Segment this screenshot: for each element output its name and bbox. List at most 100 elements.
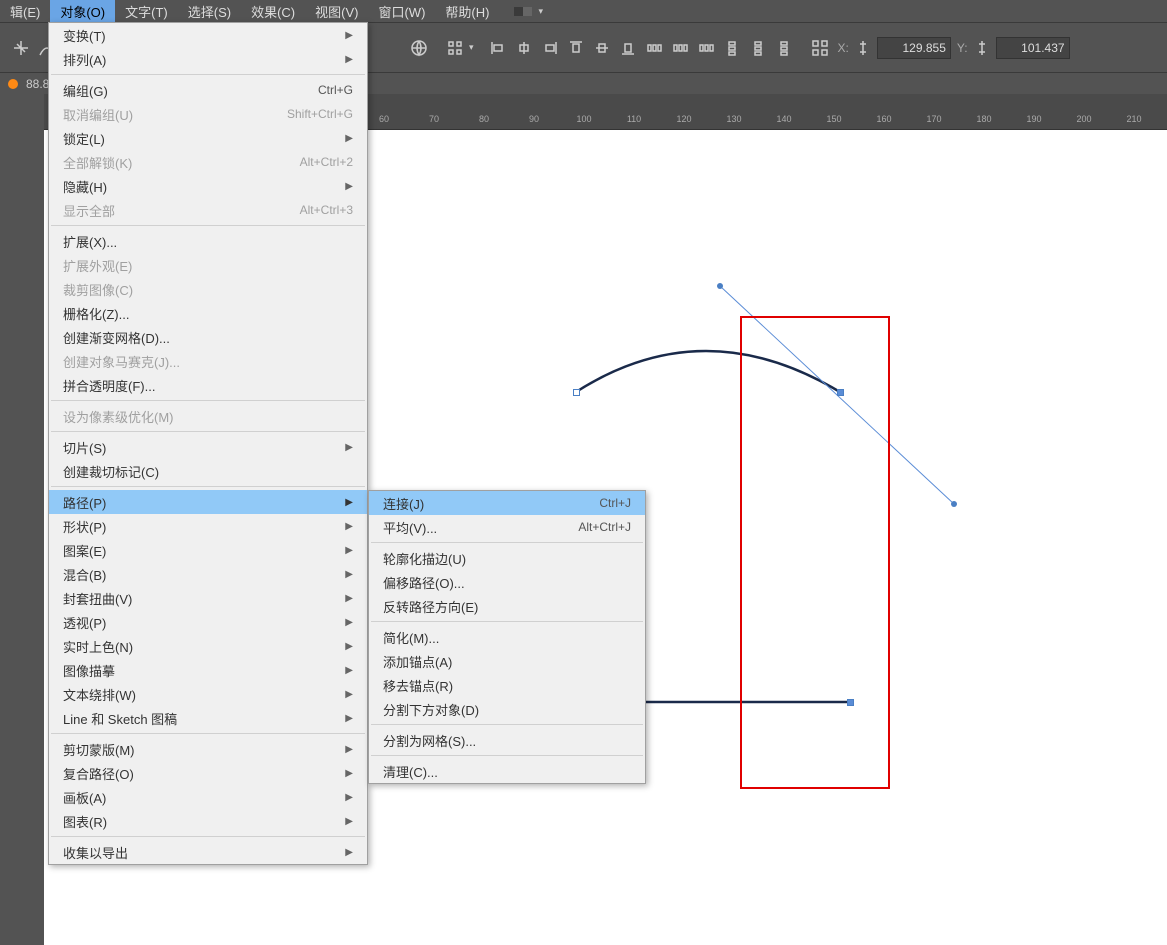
anchor-handle[interactable] [847,699,854,706]
menu-item-label: 文本绕排(W) [63,685,136,704]
align-left-icon[interactable] [486,36,510,60]
menu-item[interactable]: 图表(R)▶ [49,809,367,833]
submenu-arrow-icon: ▶ [345,442,353,453]
y-input[interactable] [996,37,1070,59]
menu-separator [371,621,643,622]
ruler-tick: 60 [379,114,389,124]
menu-item[interactable]: Line 和 Sketch 图稿▶ [49,706,367,730]
menu-item[interactable]: 变换(T) ▶ [49,23,367,47]
menu-item[interactable]: 拼合透明度(F)... [49,373,367,397]
link-xy-icon[interactable] [851,36,875,60]
menu-item[interactable]: 混合(B)▶ [49,562,367,586]
menu-item-label: 透视(P) [63,613,106,632]
align-top-icon[interactable] [564,36,588,60]
menu-item-label: 添加锚点(A) [383,652,452,671]
ruler-tick: 150 [826,114,841,124]
menu-item[interactable]: 平均(V)...Alt+Ctrl+J [369,515,645,539]
menu-item-label: 连接(J) [383,494,424,513]
menu-item[interactable]: 实时上色(N)▶ [49,634,367,658]
submenu-arrow-icon: ▶ [345,847,353,858]
menubar-extras: ▾ [514,6,543,17]
menu-item[interactable]: 扩展(X)... [49,229,367,253]
distribute-v-icon[interactable] [720,36,744,60]
menu-item[interactable]: 图案(E)▶ [49,538,367,562]
menubar-item[interactable]: 辑(E) [0,0,50,22]
anchor-handle[interactable] [837,389,844,396]
align-bottom-icon[interactable] [616,36,640,60]
menu-item[interactable]: 文本绕排(W)▶ [49,682,367,706]
align-grid-icon[interactable] [443,36,467,60]
menu-item-label: 创建渐变网格(D)... [63,328,170,347]
menu-item[interactable]: 收集以导出 ▶ [49,840,367,864]
align-vcenter-icon[interactable] [590,36,614,60]
submenu-arrow-icon: ▶ [345,665,353,676]
menubar-item[interactable]: 文字(T) [115,0,178,22]
menubar-item[interactable]: 选择(S) [178,0,241,22]
distribute-v2-icon[interactable] [746,36,770,60]
transform-icon[interactable] [808,36,832,60]
menu-item-label: 变换(T) [63,26,106,45]
direction-handle[interactable] [951,501,957,507]
globe-icon[interactable] [407,36,431,60]
menu-item[interactable]: 简化(M)... [369,625,645,649]
menu-item[interactable]: 分割下方对象(D) [369,697,645,721]
menu-item[interactable]: 透视(P)▶ [49,610,367,634]
menu-item-label: 全部解锁(K) [63,153,132,172]
menu-item-label: 图案(E) [63,541,106,560]
menu-shortcut: Shift+Ctrl+G [287,107,353,121]
menu-item-label: 拼合透明度(F)... [63,376,155,395]
workspace-color-icon[interactable] [514,7,532,16]
distribute-h3-icon[interactable] [694,36,718,60]
anchor-icon[interactable] [9,36,33,60]
menu-item[interactable]: 轮廓化描边(U) [369,546,645,570]
menubar-item[interactable]: 帮助(H) [435,0,499,22]
menubar-item[interactable]: 窗口(W) [368,0,435,22]
menu-item[interactable]: 锁定(L)▶ [49,126,367,150]
menu-item[interactable]: 创建渐变网格(D)... [49,325,367,349]
distribute-h-icon[interactable] [642,36,666,60]
menu-item[interactable]: 画板(A)▶ [49,785,367,809]
chevron-down-icon[interactable]: ▾ [538,6,543,17]
submenu-arrow-icon: ▶ [345,816,353,827]
menu-item[interactable]: 反转路径方向(E) [369,594,645,618]
menu-item[interactable]: 剪切蒙版(M)▶ [49,737,367,761]
menu-item[interactable]: 偏移路径(O)... [369,570,645,594]
menu-item[interactable]: 封套扭曲(V)▶ [49,586,367,610]
menu-item[interactable]: 切片(S) ▶ [49,435,367,459]
menu-item-label: 收集以导出 [63,843,128,862]
menu-item[interactable]: 隐藏(H)▶ [49,174,367,198]
menu-item[interactable]: 路径(P)▶ [49,490,367,514]
menu-item[interactable]: 清理(C)... [369,759,645,783]
menu-item[interactable]: 复合路径(O)▶ [49,761,367,785]
menu-item[interactable]: 栅格化(Z)... [49,301,367,325]
menu-item[interactable]: 连接(J)Ctrl+J [369,491,645,515]
distribute-h2-icon[interactable] [668,36,692,60]
ruler-tick: 180 [976,114,991,124]
direction-handle[interactable] [717,283,723,289]
menu-item[interactable]: 编组(G)Ctrl+G [49,78,367,102]
chevron-down-icon[interactable]: ▾ [469,42,474,53]
align-hcenter-icon[interactable] [512,36,536,60]
align-right-icon[interactable] [538,36,562,60]
link-xy-icon[interactable] [970,36,994,60]
menubar-item[interactable]: 对象(O) [50,0,115,22]
submenu-arrow-icon: ▶ [345,30,353,41]
menu-item[interactable]: 形状(P)▶ [49,514,367,538]
anchor-handle[interactable] [573,389,580,396]
menu-item-label: 混合(B) [63,565,106,584]
menu-item[interactable]: 分割为网格(S)... [369,728,645,752]
menu-item[interactable]: 添加锚点(A) [369,649,645,673]
menu-item[interactable]: 移去锚点(R) [369,673,645,697]
menu-item[interactable]: 排列(A)▶ [49,47,367,71]
menubar-item[interactable]: 视图(V) [305,0,368,22]
distribute-v3-icon[interactable] [772,36,796,60]
menu-item-label: 切片(S) [63,438,106,457]
menu-item[interactable]: 图像描摹▶ [49,658,367,682]
x-label: X: [838,41,849,55]
x-input[interactable] [877,37,951,59]
menubar-item[interactable]: 效果(C) [241,0,305,22]
menu-item[interactable]: 创建裁切标记(C) [49,459,367,483]
y-label: Y: [957,41,968,55]
menu-shortcut: Ctrl+G [318,83,353,97]
submenu-arrow-icon: ▶ [345,521,353,532]
